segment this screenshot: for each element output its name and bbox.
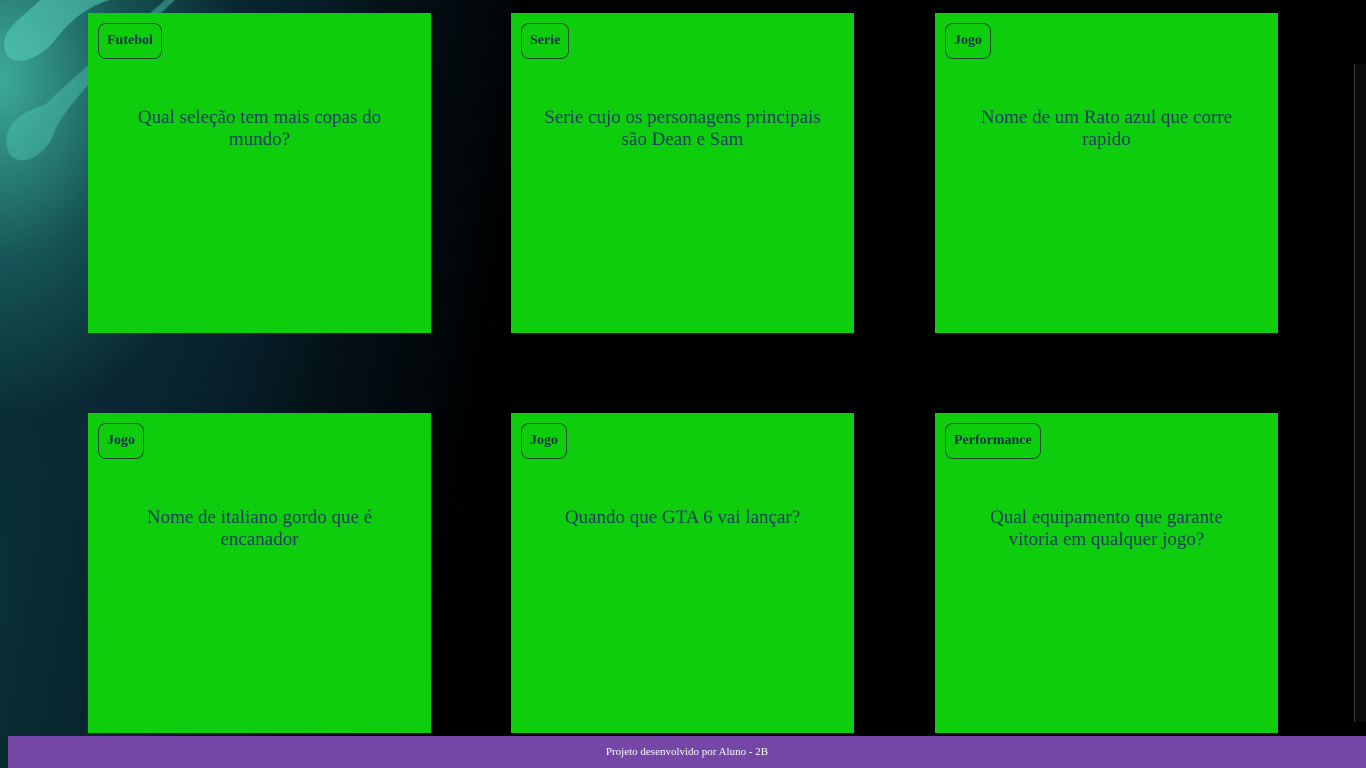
category-tag: Performance xyxy=(945,423,1041,459)
category-tag: Futebol xyxy=(98,23,162,59)
footer-text: Projeto desenvolvido por Aluno - 2B xyxy=(605,746,769,758)
category-tag: Jogo xyxy=(521,423,567,459)
question-card[interactable]: Jogo Quando que GTA 6 vai lançar? xyxy=(511,413,854,733)
footer: Projeto desenvolvido por Aluno - 2B xyxy=(8,736,1366,768)
question-text: Qual equipamento que garante vitoria em … xyxy=(990,507,1223,550)
scrollbar-track[interactable] xyxy=(1354,64,1366,722)
question-text: Serie cujo os personagens principais são… xyxy=(544,107,821,150)
question-card[interactable]: Jogo Nome de um Rato azul que corre rapi… xyxy=(935,13,1278,333)
category-tag: Serie xyxy=(521,23,570,59)
question-card[interactable]: Serie Serie cujo os personagens principa… xyxy=(511,13,854,333)
category-tag: Jogo xyxy=(98,423,144,459)
question-card[interactable]: Performance Qual equipamento que garante… xyxy=(935,413,1278,733)
category-tag: Jogo xyxy=(945,23,991,59)
question-text: Nome de um Rato azul que corre rapido xyxy=(980,107,1233,150)
question-card[interactable]: Jogo Nome de italiano gordo que é encana… xyxy=(88,413,431,733)
question-text: Nome de italiano gordo que é encanador xyxy=(146,507,373,550)
question-text: Qual seleção tem mais copas do mundo? xyxy=(137,107,382,150)
question-card[interactable]: Futebol Qual seleção tem mais copas do m… xyxy=(88,13,431,333)
question-text: Quando que GTA 6 vai lançar? xyxy=(564,507,801,528)
